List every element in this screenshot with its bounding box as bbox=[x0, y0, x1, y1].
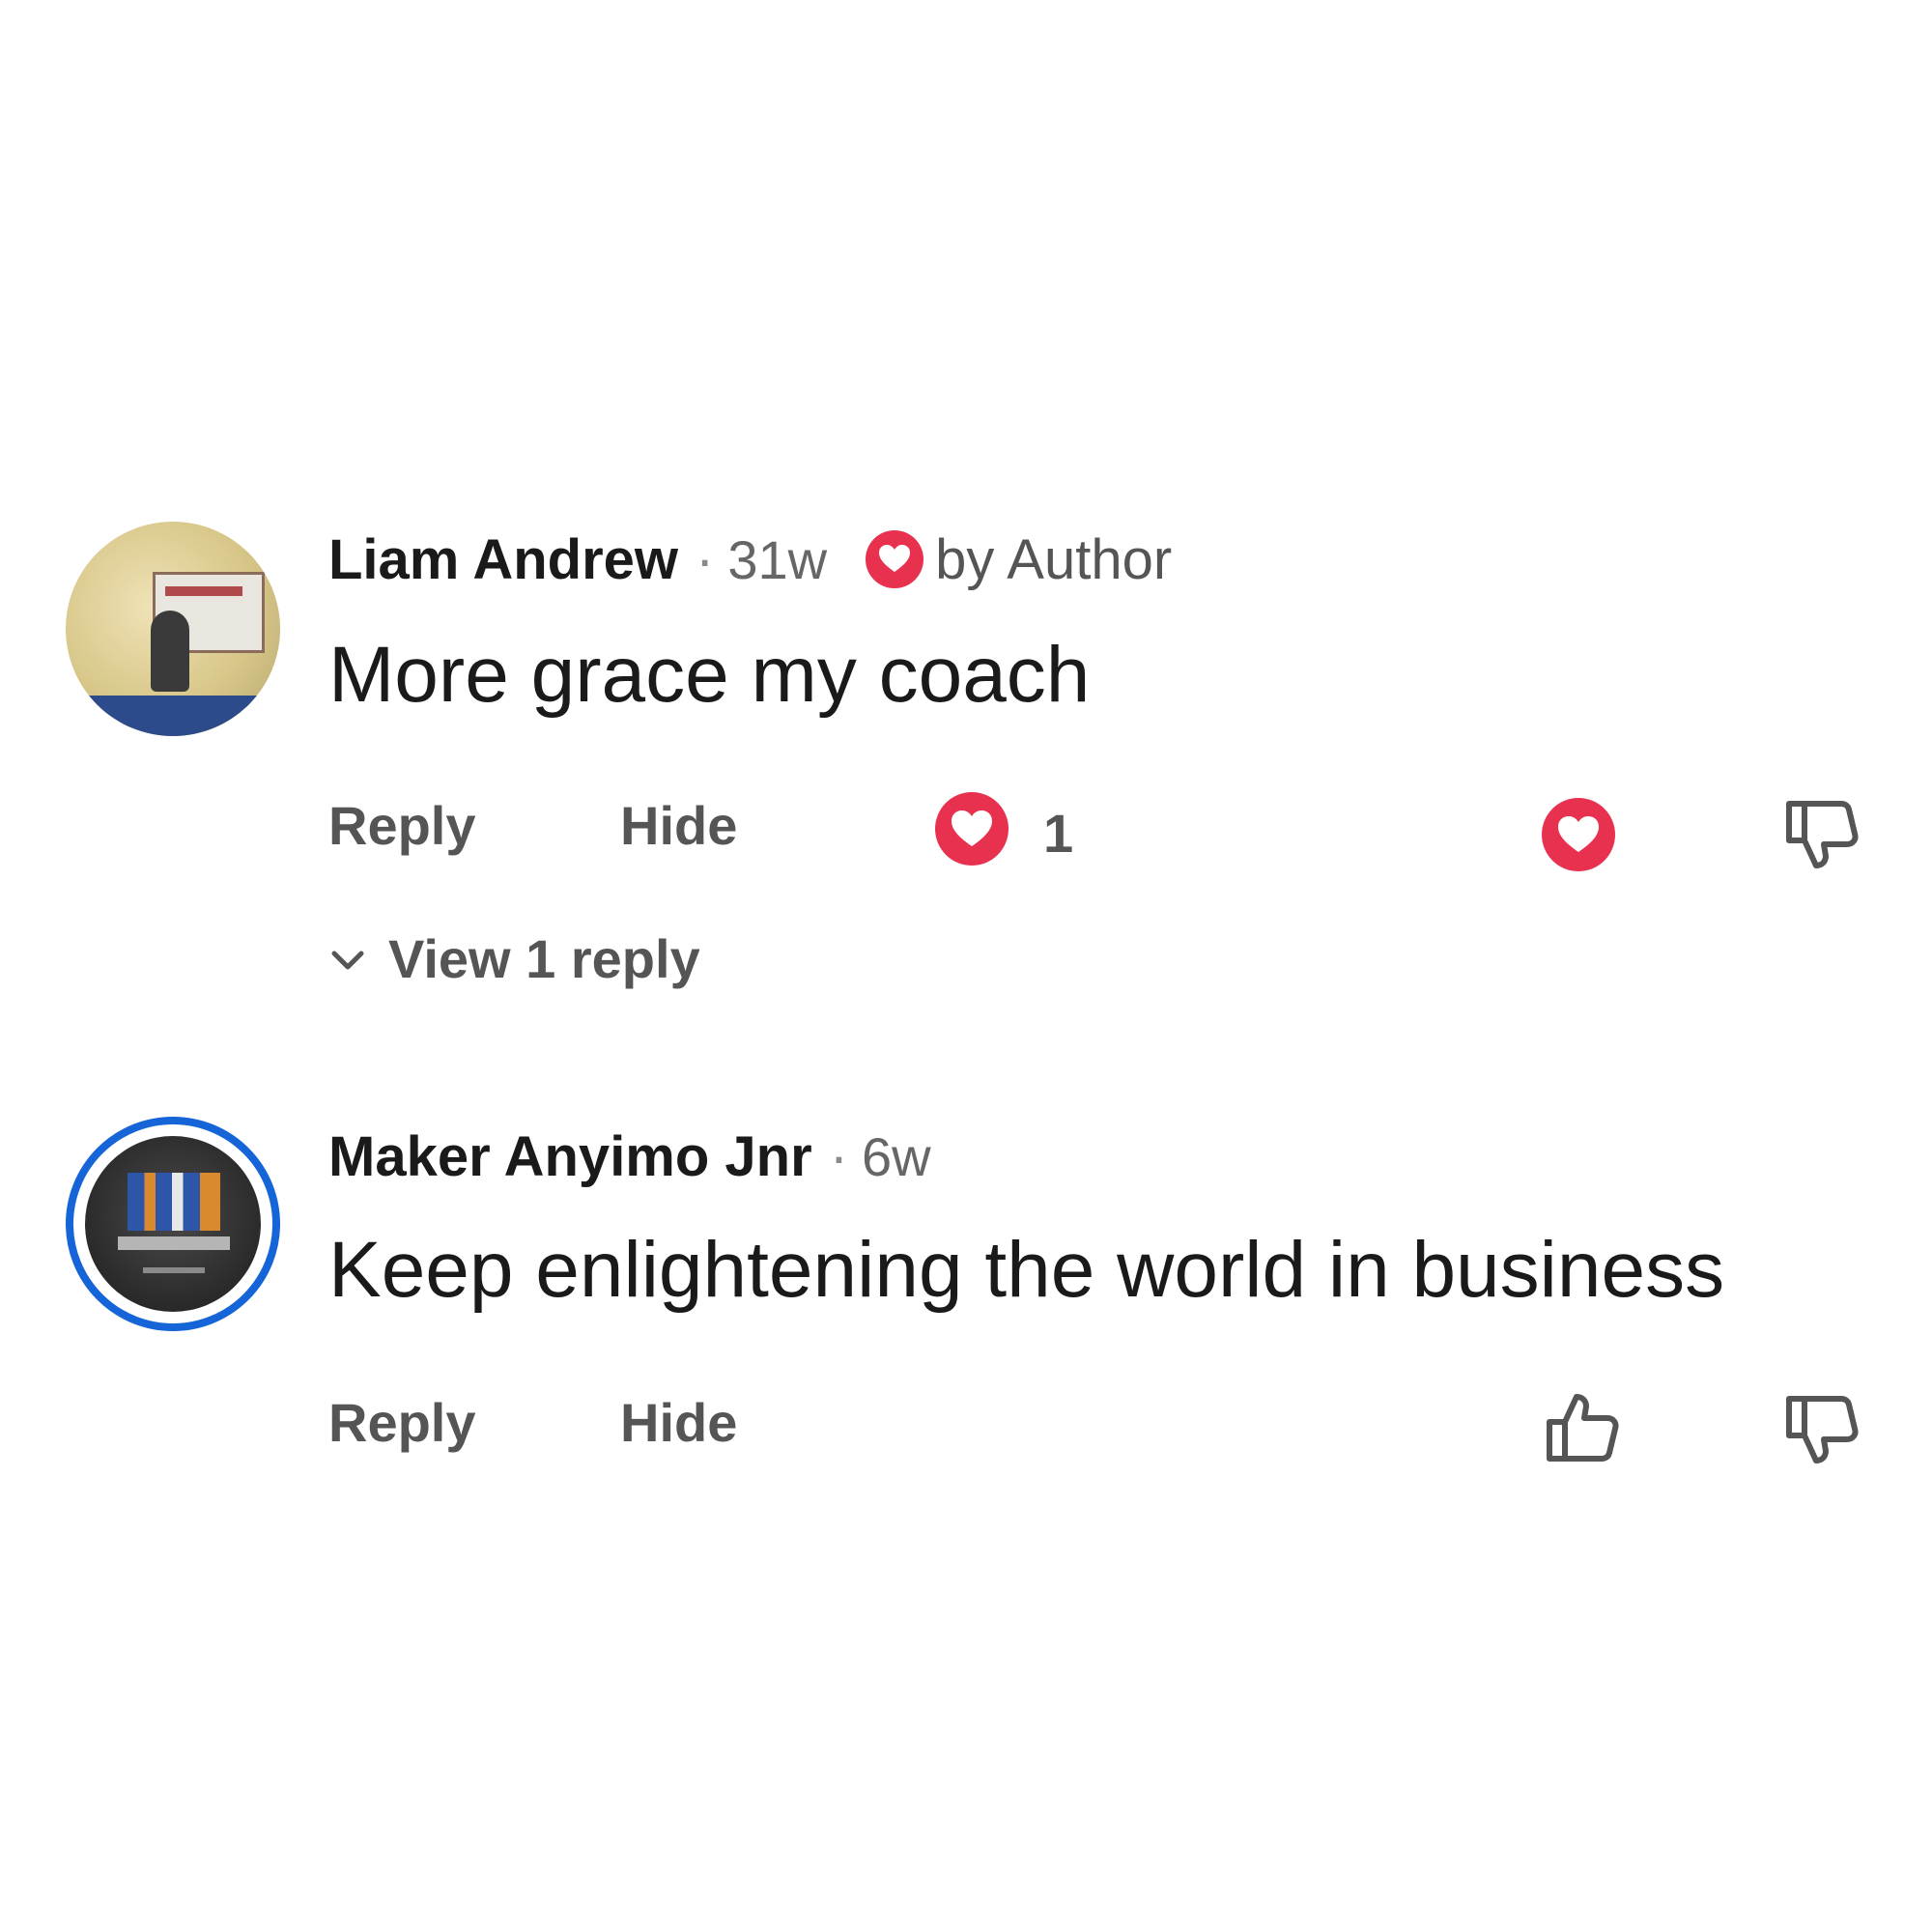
thumbs-down-icon[interactable] bbox=[1776, 1385, 1862, 1472]
comment-header: Maker Anyimo Jnr · 6w bbox=[328, 1119, 931, 1194]
avatar-image bbox=[85, 1136, 261, 1312]
heart-icon[interactable] bbox=[1540, 796, 1617, 873]
heart-icon bbox=[866, 530, 924, 588]
avatar[interactable] bbox=[66, 1117, 280, 1331]
hide-button[interactable]: Hide bbox=[620, 1391, 737, 1454]
avatar[interactable] bbox=[66, 522, 280, 736]
hide-button[interactable]: Hide bbox=[620, 794, 737, 857]
avatar-image-person bbox=[151, 611, 189, 692]
reply-button[interactable]: Reply bbox=[328, 794, 476, 857]
avatar-image-floor bbox=[66, 696, 280, 736]
avatar-image-foot bbox=[143, 1267, 205, 1273]
chevron-down-icon bbox=[331, 951, 364, 969]
separator-dot: · bbox=[696, 527, 715, 591]
view-replies-button[interactable]: View 1 reply bbox=[328, 927, 700, 990]
thumbs-up-icon[interactable] bbox=[1536, 1385, 1623, 1472]
comment-text: Keep enlightening the world in business bbox=[328, 1226, 1725, 1314]
comment-text: More grace my coach bbox=[328, 631, 1091, 719]
timestamp[interactable]: 31w bbox=[727, 528, 827, 591]
thumbs-down-icon[interactable] bbox=[1776, 790, 1862, 877]
view-replies-label: View 1 reply bbox=[388, 928, 700, 989]
by-author-label: by Author bbox=[935, 527, 1173, 591]
heart-reaction-icon[interactable] bbox=[933, 790, 1010, 867]
author-name[interactable]: Maker Anyimo Jnr bbox=[328, 1124, 812, 1189]
timestamp[interactable]: 6w bbox=[862, 1125, 931, 1188]
author-name[interactable]: Liam Andrew bbox=[328, 527, 678, 592]
avatar-image-logo bbox=[128, 1173, 220, 1231]
avatar-image-band bbox=[118, 1236, 230, 1250]
separator-dot: · bbox=[829, 1124, 849, 1188]
reaction-count: 1 bbox=[1043, 803, 1074, 864]
comment-header: Liam Andrew · 31w by Author bbox=[328, 522, 1172, 597]
reply-button[interactable]: Reply bbox=[328, 1391, 476, 1454]
